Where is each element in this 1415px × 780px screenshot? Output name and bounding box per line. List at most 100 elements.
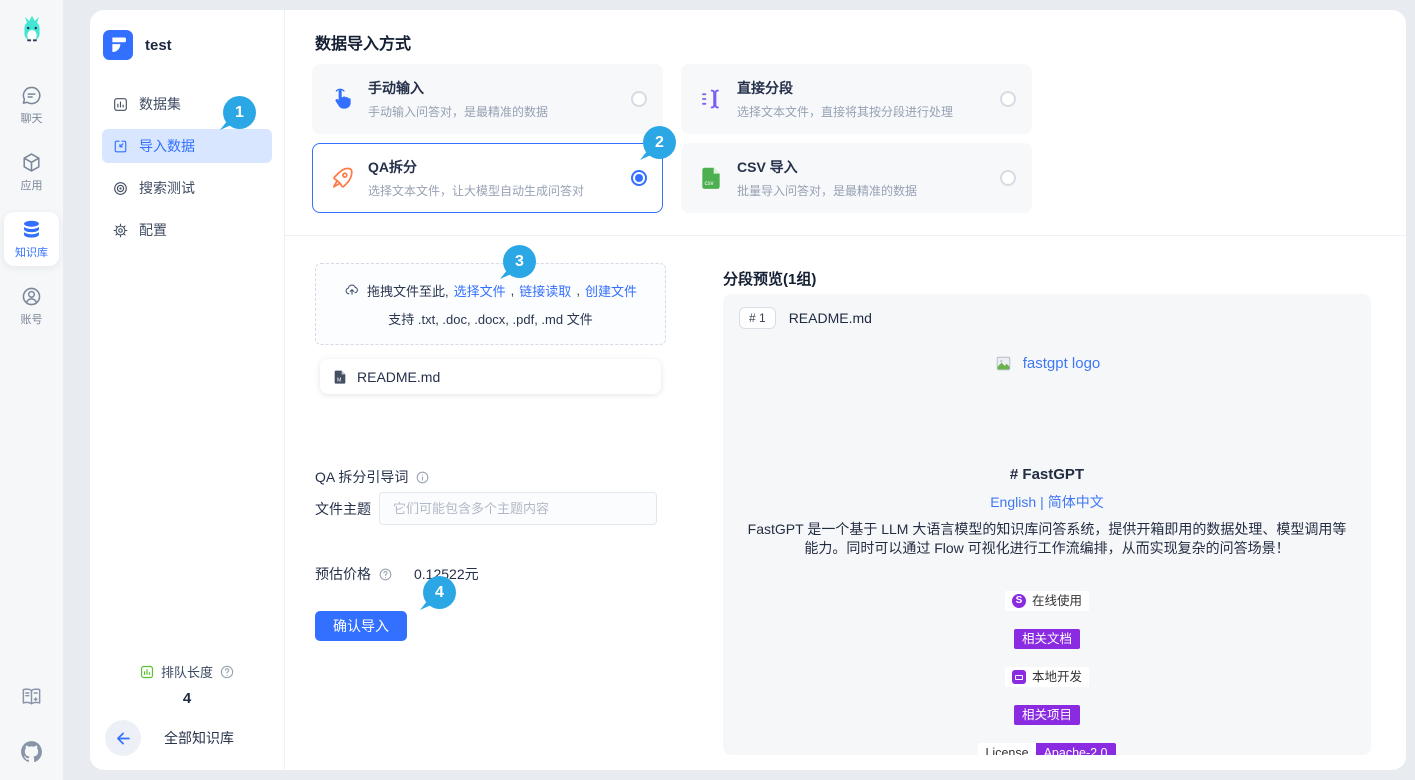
rail-item-knowledge-base[interactable]: 知识库 (4, 212, 59, 266)
apps-icon (20, 151, 43, 174)
step-badge-3: 3 (503, 245, 536, 278)
file-dropzone[interactable]: 拖拽文件至此, 选择文件, 链接读取, 创建文件 支持 .txt, .doc, … (315, 263, 666, 345)
radio-direct-segment[interactable] (1000, 91, 1016, 107)
radio-csv-import[interactable] (1000, 170, 1016, 186)
sidebar-item-label: 搜索测试 (139, 178, 195, 198)
uploaded-file-item[interactable]: M README.md (320, 359, 661, 394)
badge-license-value: Apache-2.0 (1036, 743, 1116, 755)
step-badge-4: 4 (423, 576, 456, 609)
dropzone-text: 拖拽文件至此, (367, 281, 449, 300)
readme-badges: S 在线使用 相关文档 本地开发 相关项目 License Apache-2.0 (739, 591, 1355, 755)
mode-desc: 选择文本文件，直接将其按分段进行处理 (737, 103, 953, 120)
chunk-file-name: README.md (789, 310, 872, 326)
sidebar-item-settings[interactable]: 配置 (102, 213, 272, 247)
create-file-link[interactable]: 创建文件 (585, 281, 637, 300)
rail-nav: 聊天 应用 知识库 (4, 78, 59, 333)
queue-length-row: 排队长度 (90, 662, 284, 681)
mode-card-direct-segment[interactable]: 直接分段 选择文本文件，直接将其按分段进行处理 (681, 64, 1032, 134)
mode-desc: 选择文本文件，让大模型自动生成问答对 (368, 182, 584, 199)
sidebar-item-label: 数据集 (139, 94, 181, 114)
separator: , (511, 283, 515, 298)
app-rail: 聊天 应用 知识库 (0, 0, 63, 780)
badge-docs: 相关文档 (1014, 629, 1080, 649)
readme-heading: # FastGPT (739, 466, 1355, 483)
markdown-preview: fastgpt logo # FastGPT English|简体中文 Fast… (739, 354, 1355, 755)
radio-manual-input[interactable] (631, 91, 647, 107)
queue-length-value: 4 (90, 690, 284, 707)
simplified-chinese-link[interactable]: 简体中文 (1048, 494, 1104, 510)
link-read-link[interactable]: 链接读取 (519, 281, 571, 300)
docs-book-icon[interactable] (19, 684, 44, 709)
sidebar-item-search-test[interactable]: 搜索测试 (102, 171, 272, 205)
price-row: 预估价格 0.12522元 (315, 564, 479, 584)
back-to-all-kb[interactable]: 全部知识库 (90, 720, 284, 756)
rail-item-label: 应用 (21, 177, 43, 193)
dropzone-support-text: 支持 .txt, .doc, .docx, .pdf, .md 文件 (388, 309, 592, 328)
image-alt-link[interactable]: fastgpt logo (1023, 355, 1101, 372)
search-test-icon (112, 180, 129, 197)
qa-guide-row: QA 拆分引导词 (315, 467, 430, 487)
queue-chart-icon (139, 664, 155, 680)
rail-item-chat[interactable]: 聊天 (4, 78, 59, 132)
chunk-index-badge: # 1 (739, 307, 776, 329)
kb-sidebar: test 数据集 导入数据 (90, 10, 285, 770)
mode-texts: 手动输入 手动输入问答对，是最精准的数据 (368, 78, 548, 120)
import-main: 数据导入方式 手动输入 手动输入问答对，是最精准的数据 (285, 10, 1406, 770)
price-label: 预估价格 (315, 564, 371, 584)
rocket-icon (329, 165, 355, 191)
qa-guide-label: QA 拆分引导词 (315, 467, 408, 487)
mode-name: 手动输入 (368, 78, 548, 98)
hand-pointer-icon (329, 86, 355, 112)
cloud-upload-icon (344, 282, 362, 298)
laptop-dev-icon (1012, 670, 1026, 684)
separator: , (576, 283, 580, 298)
mode-card-manual-input[interactable]: 手动输入 手动输入问答对，是最精准的数据 (312, 64, 663, 134)
back-button[interactable] (105, 720, 141, 756)
badge-label: 在线使用 (1032, 591, 1082, 611)
badge-license-label: License (978, 743, 1035, 755)
step-badge-1: 1 (223, 96, 256, 129)
import-icon (112, 138, 129, 155)
badge-label: 本地开发 (1032, 667, 1082, 687)
step-badge-2: 2 (643, 126, 676, 159)
rail-item-label: 聊天 (21, 110, 43, 126)
topic-label: 文件主题 (315, 499, 371, 519)
github-icon[interactable] (19, 739, 44, 764)
readme-description: FastGPT 是一个基于 LLM 大语言模型的知识库问答系统，提供开箱即用的数… (739, 520, 1355, 558)
rail-item-apps[interactable]: 应用 (4, 145, 59, 199)
chat-icon (20, 84, 43, 107)
rail-footer (19, 684, 44, 764)
badge-related-projects: 相关项目 (1014, 705, 1080, 725)
svg-text:csv: csv (705, 181, 714, 187)
mode-card-qa-split[interactable]: QA拆分 选择文本文件，让大模型自动生成问答对 (312, 143, 663, 213)
workspace-name: test (145, 37, 172, 54)
mode-name: QA拆分 (368, 157, 584, 177)
info-icon[interactable] (415, 470, 430, 485)
help-icon[interactable] (219, 664, 235, 680)
mode-card-csv-import[interactable]: csv CSV 导入 批量导入问答对，是最精准的数据 (681, 143, 1032, 213)
database-icon (20, 218, 43, 241)
s-circle-icon: S (1012, 594, 1026, 608)
help-icon[interactable] (378, 567, 393, 582)
select-file-link[interactable]: 选择文件 (454, 281, 506, 300)
rail-item-label: 账号 (21, 311, 43, 327)
topic-input[interactable] (379, 492, 657, 525)
mode-texts: 直接分段 选择文本文件，直接将其按分段进行处理 (737, 78, 953, 120)
mode-desc: 批量导入问答对，是最精准的数据 (737, 182, 917, 199)
dataset-icon (112, 96, 129, 113)
section-divider (285, 235, 1406, 236)
confirm-import-button[interactable]: 确认导入 (315, 611, 407, 641)
sidebar-item-import-data[interactable]: 导入数据 (102, 129, 272, 163)
rail-item-account[interactable]: 账号 (4, 279, 59, 333)
uploaded-file-name: README.md (357, 369, 440, 385)
mode-name: CSV 导入 (737, 157, 917, 177)
fastgpt-logo-icon (103, 30, 133, 60)
separator: | (1040, 494, 1044, 510)
english-link[interactable]: English (990, 494, 1036, 510)
mode-name: 直接分段 (737, 78, 953, 98)
radio-qa-split[interactable] (631, 170, 647, 186)
settings-icon (112, 222, 129, 239)
badge-local-dev: 本地开发 (1005, 667, 1089, 687)
workspace-header: test (90, 10, 284, 60)
rail-item-label: 知识库 (15, 244, 48, 260)
